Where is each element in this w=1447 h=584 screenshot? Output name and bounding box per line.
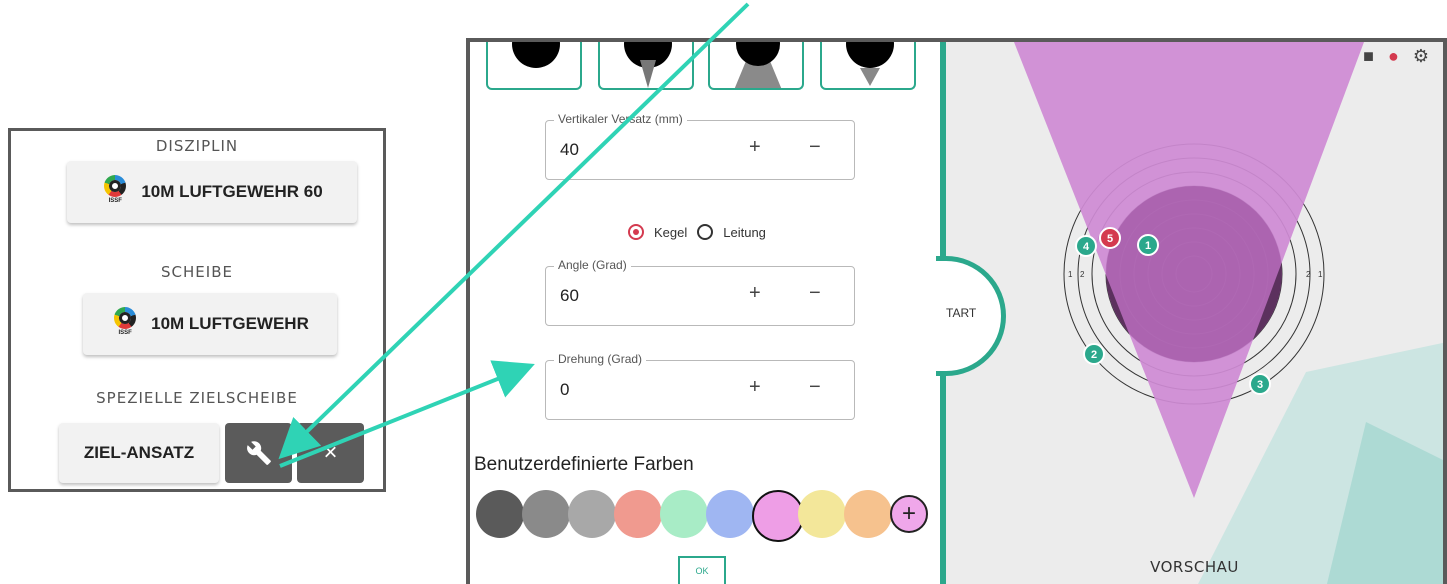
leitung-label: Leitung (723, 224, 766, 240)
color-swatch[interactable] (522, 490, 570, 538)
color-swatch[interactable] (844, 490, 892, 538)
color-swatch[interactable] (614, 490, 662, 538)
target-label: 10M LUFTGEWEHR (151, 314, 309, 333)
angle-field[interactable]: Angle (Grad) 60 + − (545, 258, 855, 326)
color-swatch[interactable] (476, 490, 524, 538)
rotation-field[interactable]: Drehung (Grad) 0 + − (545, 352, 855, 420)
ziel-ansatz-button[interactable]: ZIEL-ANSATZ (59, 423, 219, 483)
angle-value[interactable]: 60 (560, 286, 579, 306)
color-swatch[interactable] (660, 490, 708, 538)
special-target-title: SPEZIELLE ZIELSCHEIBE (96, 389, 298, 407)
target-settings-panel: Vertikaler Versatz (mm) 40 + − Kegel Lei… (466, 38, 953, 584)
preview-label: VORSCHAU (1150, 558, 1239, 576)
target-preview: 1 2 2 1 1 2 3 4 5 (1014, 42, 1443, 584)
target-shape-option-3[interactable] (708, 42, 804, 90)
start-label: TART (946, 306, 977, 320)
angle-minus-button[interactable]: − (809, 282, 821, 305)
issf-logo-icon: ISSF (101, 175, 129, 209)
custom-colors-title: Benutzerdefinierte Farben (474, 454, 694, 475)
shot-number: 5 (1107, 233, 1113, 245)
add-color-button[interactable]: + (890, 495, 928, 533)
close-icon: × (323, 439, 338, 466)
shot-number: 3 (1257, 379, 1263, 391)
target-shape-option-1[interactable] (486, 42, 582, 90)
wrench-icon (246, 441, 271, 465)
discipline-panel: DISZIPLIN ISSF 10M LUFTGEWEHR 60 SCHEIBE… (8, 128, 386, 492)
color-swatch[interactable] (568, 490, 616, 538)
vertical-offset-value[interactable]: 40 (560, 140, 579, 160)
shape-mode-radio-group: Kegel Leitung (628, 224, 766, 240)
preview-panel: 1 2 2 1 1 2 3 4 5 ■ ● ⚙ VORSCHAU (946, 38, 1447, 584)
vertical-offset-plus-button[interactable]: + (749, 136, 761, 159)
thermometer-icon[interactable]: ● (1388, 46, 1399, 67)
target-shape-option-2[interactable] (598, 42, 694, 90)
color-swatch[interactable] (706, 490, 754, 538)
kegel-radio[interactable] (628, 224, 644, 240)
target-select-button[interactable]: ISSF 10M LUFTGEWEHR (83, 293, 337, 355)
rotation-minus-button[interactable]: − (809, 376, 821, 399)
discipline-label: 10M LUFTGEWEHR 60 (141, 182, 323, 201)
disziplin-title: DISZIPLIN (155, 137, 239, 155)
ring-number: 2 (1306, 270, 1311, 279)
issf-logo-icon: ISSF (111, 307, 139, 341)
kegel-label: Kegel (654, 224, 688, 240)
shot-number: 2 (1091, 349, 1097, 361)
color-swatch[interactable] (752, 490, 804, 542)
target-shape-option-4[interactable] (820, 42, 916, 90)
scheibe-title: SCHEIBE (161, 263, 233, 281)
vertical-offset-field[interactable]: Vertikaler Versatz (mm) 40 + − (545, 112, 855, 180)
vertical-offset-minus-button[interactable]: − (809, 136, 821, 159)
wrench-button[interactable] (225, 423, 292, 483)
rotation-value[interactable]: 0 (560, 380, 569, 400)
ring-number: 1 (1318, 270, 1323, 279)
discipline-select-button[interactable]: ISSF 10M LUFTGEWEHR 60 (67, 161, 357, 223)
clear-button[interactable]: × (297, 423, 364, 483)
shot-number: 4 (1083, 241, 1090, 253)
ring-number: 2 (1080, 270, 1085, 279)
lock-icon[interactable]: ■ (1363, 46, 1374, 67)
leitung-radio[interactable] (697, 224, 714, 240)
angle-plus-button[interactable]: + (749, 282, 761, 305)
shot-number: 1 (1145, 240, 1151, 252)
rotation-plus-button[interactable]: + (749, 376, 761, 399)
color-swatch[interactable] (798, 490, 846, 538)
ring-number: 1 (1068, 270, 1073, 279)
preview-toolbar: ■ ● ⚙ (1363, 46, 1429, 67)
gear-icon[interactable]: ⚙ (1413, 46, 1429, 67)
ok-button[interactable]: OK (678, 556, 726, 584)
